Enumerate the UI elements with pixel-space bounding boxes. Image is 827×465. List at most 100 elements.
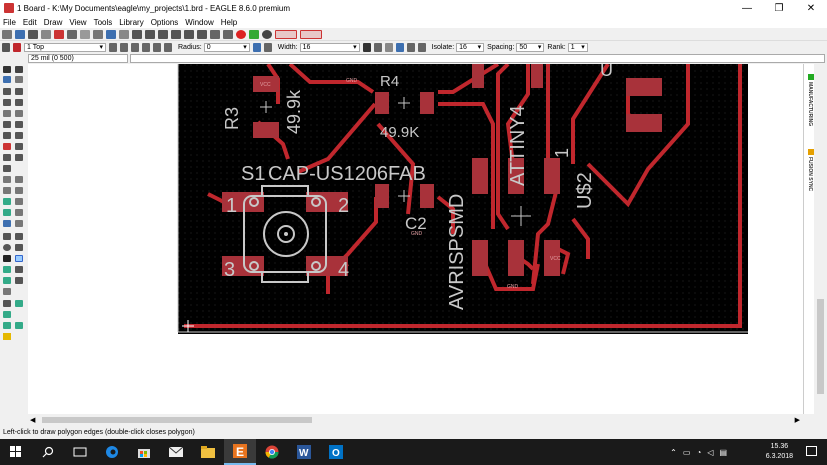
change-icon[interactable]	[15, 132, 23, 139]
use-icon[interactable]	[106, 29, 116, 39]
ripup-icon[interactable]	[15, 198, 23, 205]
lock-icon[interactable]	[3, 165, 11, 172]
volume-icon[interactable]: ◁	[707, 448, 713, 457]
optimize-icon[interactable]	[15, 176, 23, 183]
route-multiple-icon[interactable]	[3, 209, 11, 216]
run-ulp-icon[interactable]	[80, 29, 90, 39]
menu-edit[interactable]: Edit	[23, 18, 37, 27]
board-icon[interactable]	[54, 29, 64, 39]
language-icon[interactable]: ▤	[719, 448, 727, 457]
errors-icon[interactable]	[15, 322, 23, 329]
mark-icon[interactable]	[15, 76, 23, 83]
horizontal-scrollbar[interactable]: ◀ ▶	[28, 414, 814, 426]
delete-icon[interactable]	[3, 121, 11, 128]
script-icon[interactable]	[67, 29, 77, 39]
open-icon[interactable]	[2, 29, 12, 39]
minimize-button[interactable]: —	[731, 0, 763, 16]
via-icon[interactable]	[3, 266, 11, 273]
menu-file[interactable]: File	[3, 18, 16, 27]
wire-bend-icon[interactable]	[164, 42, 172, 52]
file-explorer-icon[interactable]	[192, 439, 224, 465]
save-icon[interactable]	[15, 29, 25, 39]
miter-icon[interactable]	[15, 187, 23, 194]
outline-icon[interactable]	[384, 42, 393, 52]
paste-icon[interactable]	[15, 110, 23, 117]
rect-icon[interactable]	[3, 255, 11, 262]
circle-icon[interactable]	[3, 244, 11, 251]
name-icon[interactable]	[3, 154, 11, 161]
redo-icon[interactable]	[223, 29, 233, 39]
print-icon[interactable]	[28, 29, 38, 39]
eagle-taskbar-icon[interactable]: E	[224, 439, 256, 465]
wire-bend-icon[interactable]	[120, 42, 128, 52]
show-icon[interactable]	[15, 66, 23, 73]
dimension-icon[interactable]	[15, 277, 23, 284]
autorouter-icon[interactable]	[275, 29, 297, 39]
orphans-icon[interactable]	[395, 42, 404, 52]
task-view-icon[interactable]	[64, 439, 96, 465]
menu-window[interactable]: Window	[185, 18, 213, 27]
zoom-out-icon[interactable]	[158, 29, 168, 39]
add-icon[interactable]	[3, 143, 11, 150]
word-icon[interactable]: W	[288, 439, 320, 465]
menu-library[interactable]: Library	[119, 18, 143, 27]
notification-icon[interactable]	[806, 446, 817, 456]
spacing-input[interactable]: 50 ▾	[516, 42, 545, 52]
layer-select[interactable]: 1 Top ▾	[24, 42, 106, 52]
rank-input[interactable]: 1 ▾	[567, 42, 588, 52]
battery-icon[interactable]: ▭	[683, 448, 691, 457]
wire-bend-icon[interactable]	[153, 42, 161, 52]
zoom-fit-icon[interactable]	[132, 29, 142, 39]
wire-bend-icon[interactable]	[131, 42, 139, 52]
auto-icon[interactable]	[3, 311, 11, 318]
scroll-left-icon[interactable]: ◀	[30, 416, 35, 424]
display-layers-icon[interactable]	[3, 76, 11, 83]
zoom-in-icon[interactable]	[145, 29, 155, 39]
vertical-scroll-thumb[interactable]	[817, 299, 824, 394]
menu-options[interactable]: Options	[151, 18, 179, 27]
window-icon[interactable]	[93, 29, 103, 39]
grid-icon[interactable]	[2, 42, 10, 52]
isolate-input[interactable]: 16 ▾	[456, 42, 485, 52]
text-icon[interactable]	[15, 233, 23, 240]
go-icon[interactable]	[249, 29, 259, 39]
manufacturing-tab[interactable]: MANUFACTURING	[807, 82, 813, 126]
hole-icon[interactable]	[15, 266, 23, 273]
fill-hatch-icon[interactable]	[373, 42, 382, 52]
store-icon[interactable]	[128, 439, 160, 465]
polygon-hatch-icon[interactable]	[263, 42, 272, 52]
fanout-icon[interactable]	[15, 209, 23, 216]
display-icon[interactable]	[119, 29, 129, 39]
scroll-right-icon[interactable]: ▶	[795, 416, 800, 424]
chevron-up-icon[interactable]: ⌃	[670, 448, 677, 457]
pour-icon[interactable]	[417, 42, 426, 52]
move-icon[interactable]	[3, 88, 11, 95]
signal-icon[interactable]	[3, 277, 11, 284]
arc-icon[interactable]	[15, 244, 23, 251]
split-icon[interactable]	[3, 176, 11, 183]
radius-input[interactable]: 0 ▾	[203, 42, 250, 52]
ratsnest-icon[interactable]	[3, 288, 11, 295]
close-button[interactable]: ✕	[795, 0, 827, 16]
chrome-icon[interactable]	[256, 439, 288, 465]
outlook-icon[interactable]: O	[320, 439, 352, 465]
polygon-icon[interactable]	[15, 255, 23, 262]
rotate-icon[interactable]	[15, 99, 23, 106]
edge-icon[interactable]	[96, 439, 128, 465]
info-icon[interactable]	[3, 66, 11, 73]
fusion-icon[interactable]	[300, 29, 322, 39]
value-icon[interactable]	[15, 154, 23, 161]
stop-icon[interactable]	[236, 29, 246, 39]
wire-icon[interactable]	[3, 220, 11, 227]
drc-icon[interactable]	[15, 300, 23, 307]
warning-icon[interactable]	[3, 333, 11, 340]
menu-tools[interactable]: Tools	[94, 18, 113, 27]
zoom-select-icon[interactable]	[171, 29, 181, 39]
menu-help[interactable]: Help	[221, 18, 237, 27]
width-input[interactable]: 16 ▾	[299, 42, 360, 52]
attribute-icon[interactable]	[3, 300, 11, 307]
vertical-scrollbar[interactable]	[814, 64, 827, 414]
help-icon[interactable]	[262, 29, 272, 39]
menu-view[interactable]: View	[69, 18, 86, 27]
fusion-sync-tab[interactable]: FUSION SYNC	[807, 157, 813, 191]
